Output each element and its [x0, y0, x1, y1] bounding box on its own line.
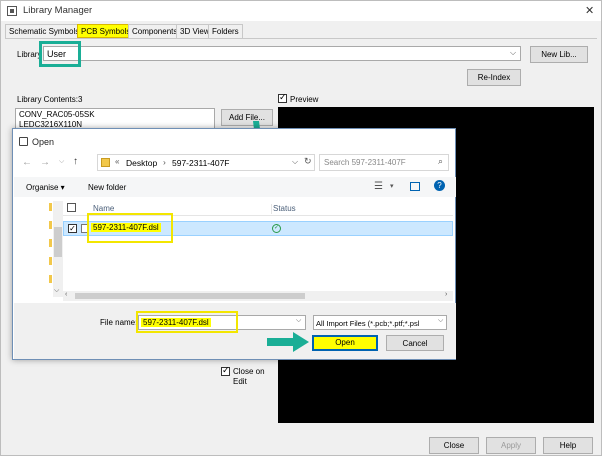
recent-chevron-icon[interactable]: ⌵: [59, 158, 64, 166]
annotation-highlight-box: [87, 213, 173, 243]
tab-divider: [5, 38, 597, 39]
address-bar[interactable]: « Desktop › 597-2311-407F ⌵ ↻: [97, 154, 315, 171]
tab-components[interactable]: Components: [128, 24, 182, 38]
close-on-edit-label-1: Close on: [233, 367, 265, 376]
horizontal-scrollbar[interactable]: ‹ ›: [63, 291, 453, 301]
folder-icon: [101, 158, 110, 167]
tab-folders[interactable]: Folders: [208, 24, 243, 38]
column-status[interactable]: Status: [273, 204, 296, 213]
command-bar: Organise ▾ New folder ☰ ▾ ?: [14, 177, 456, 197]
breadcrumb-folder[interactable]: 597-2311-407F: [172, 158, 230, 168]
library-combo[interactable]: User ⌵: [43, 46, 521, 61]
forward-arrow-icon[interactable]: →: [40, 157, 50, 168]
file-checkbox[interactable]: ✓: [68, 224, 77, 233]
up-arrow-icon[interactable]: ↑: [73, 156, 78, 167]
chevron-down-icon: ⌵: [510, 48, 517, 57]
preview-checkbox[interactable]: [278, 92, 287, 103]
new-folder-button[interactable]: New folder: [88, 183, 126, 192]
vertical-scrollbar[interactable]: ⌵: [53, 201, 63, 297]
open-button[interactable]: Open: [312, 335, 378, 351]
list-item[interactable]: CONV_RAC05-05SK: [19, 110, 95, 119]
annotation-highlight-box: [39, 41, 81, 67]
folder-icon: [49, 275, 52, 283]
library-contents-list[interactable]: CONV_RAC05-05SK LEDC3216X110N: [15, 108, 215, 130]
column-divider: [271, 204, 272, 214]
check-circle-icon: ✓: [272, 224, 281, 233]
scrollbar-thumb[interactable]: [75, 293, 305, 299]
folder-icon: [49, 239, 52, 247]
open-dialog: Open ← → ⌵ ↑ « Desktop › 597-2311-407F ⌵…: [12, 128, 456, 360]
back-arrow-icon[interactable]: ←: [22, 157, 32, 168]
annotation-arrow-right-icon: [267, 332, 309, 352]
help-button[interactable]: Help: [543, 437, 593, 454]
file-type-value: All Import Files (*.pcb;*.ptf;*.psl: [316, 319, 420, 328]
title-bar: Library Manager ✕: [1, 1, 601, 21]
breadcrumb-desktop[interactable]: Desktop: [126, 158, 157, 168]
folder-icon: [49, 257, 52, 265]
file-name-label: File name:: [100, 318, 138, 327]
folder-icon: [49, 221, 52, 229]
column-name[interactable]: Name: [93, 204, 114, 213]
apply-button[interactable]: Apply: [486, 437, 536, 454]
library-contents-count: 3: [78, 95, 83, 104]
file-type-select[interactable]: All Import Files (*.pcb;*.ptf;*.psl ⌵: [313, 315, 447, 330]
open-dialog-title: Open: [32, 137, 55, 147]
breadcrumb-root: «: [115, 157, 120, 166]
breadcrumb-separator: ›: [163, 157, 166, 167]
chevron-down-icon[interactable]: ⌵: [292, 157, 298, 167]
new-lib-button[interactable]: New Lib...: [530, 46, 588, 63]
tab-pcb-symbols[interactable]: PCB Symbols: [77, 24, 135, 38]
library-contents-label: Library Contents:: [17, 95, 78, 104]
select-all-checkbox[interactable]: [67, 203, 76, 212]
folder-icon: [49, 203, 52, 211]
tab-schematic-symbols[interactable]: Schematic Symbols: [5, 24, 84, 38]
cancel-button[interactable]: Cancel: [386, 335, 444, 351]
search-input[interactable]: Search 597-2311-407F ⌕: [319, 154, 449, 171]
chevron-down-icon[interactable]: ⌵: [54, 287, 59, 295]
close-on-edit-label-2: Edit: [233, 377, 247, 386]
search-placeholder: Search 597-2311-407F: [324, 158, 406, 167]
help-icon[interactable]: ?: [434, 180, 445, 191]
chevron-down-icon[interactable]: ⌵: [296, 317, 301, 325]
library-manager-icon: [7, 6, 17, 16]
library-label: Library: [17, 50, 42, 59]
chevron-left-icon[interactable]: ‹: [65, 291, 67, 298]
chevron-down-icon[interactable]: ▾: [390, 182, 394, 190]
search-icon: ⌕: [438, 156, 444, 166]
window-close-icon[interactable]: ✕: [585, 4, 594, 17]
preview-label: Preview: [290, 95, 319, 104]
view-options-icon[interactable]: ☰: [374, 181, 383, 192]
open-dialog-icon: [19, 137, 28, 146]
scrollbar-thumb[interactable]: [54, 227, 62, 257]
chevron-down-icon: ⌵: [438, 317, 444, 324]
window-title: Library Manager: [23, 5, 93, 16]
preview-pane-icon[interactable]: [410, 182, 420, 191]
close-on-edit-checkbox[interactable]: [221, 365, 230, 376]
navigation-pane[interactable]: [29, 201, 53, 293]
reindex-button[interactable]: Re-Index: [467, 69, 521, 86]
refresh-icon[interactable]: ↻: [304, 156, 312, 167]
close-button[interactable]: Close: [429, 437, 479, 454]
organise-button[interactable]: Organise ▾: [26, 183, 65, 192]
annotation-highlight-box: [136, 311, 238, 333]
chevron-right-icon[interactable]: ›: [445, 291, 447, 298]
